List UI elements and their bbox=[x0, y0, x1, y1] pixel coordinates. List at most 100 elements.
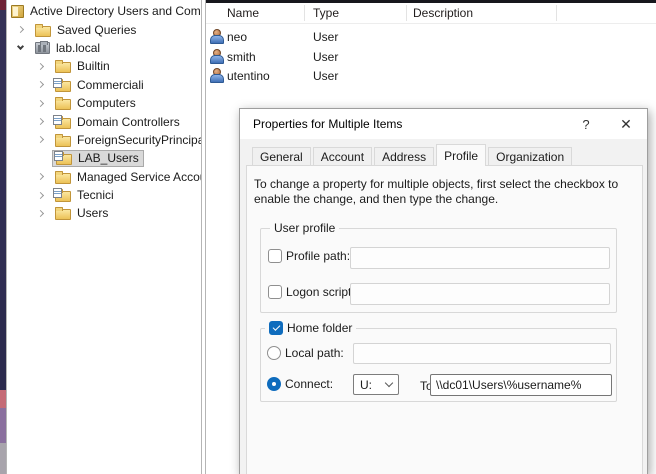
tree-item-lab-local[interactable]: lab.local bbox=[7, 39, 201, 57]
chevron-right-icon[interactable] bbox=[35, 190, 46, 201]
column-header-description[interactable]: Description bbox=[413, 6, 473, 20]
tab-address[interactable]: Address bbox=[374, 147, 434, 166]
tree-item-label: Domain Controllers bbox=[77, 115, 180, 129]
connect-radio[interactable] bbox=[267, 377, 281, 391]
tab-account[interactable]: Account bbox=[313, 147, 372, 166]
help-icon[interactable]: ? bbox=[571, 109, 601, 139]
console-tree-panel: Active Directory Users and Com Saved Que… bbox=[6, 0, 201, 474]
profile-tab-page: To change a property for multiple object… bbox=[246, 165, 643, 474]
chevron-right-icon[interactable] bbox=[35, 98, 46, 109]
tree-item-label: Tecnici bbox=[77, 188, 114, 202]
chevron-right-icon[interactable] bbox=[15, 24, 26, 35]
home-folder-label: Home folder bbox=[287, 321, 352, 335]
tree-item-computers[interactable]: Computers bbox=[7, 94, 201, 112]
tree-item-builtin[interactable]: Builtin bbox=[7, 57, 201, 75]
row-name: smith bbox=[227, 50, 256, 64]
ou-folder-icon bbox=[55, 81, 71, 92]
groupbox-label: User profile bbox=[270, 221, 339, 235]
table-row[interactable]: utentino User bbox=[206, 66, 656, 86]
local-path-radio[interactable] bbox=[267, 346, 281, 360]
dialog-titlebar: Properties for Multiple Items ? ✕ bbox=[240, 109, 647, 139]
logon-script-input[interactable] bbox=[350, 283, 610, 305]
column-separator[interactable] bbox=[556, 5, 557, 21]
tree-item-label: Saved Queries bbox=[57, 23, 136, 37]
column-separator[interactable] bbox=[304, 5, 305, 21]
table-row[interactable]: smith User bbox=[206, 47, 656, 67]
tree-selection-box[interactable]: LAB_Users bbox=[52, 150, 144, 167]
home-folder-path-input[interactable]: \\dc01\Users\%username% bbox=[430, 374, 612, 396]
tab-general[interactable]: General bbox=[252, 147, 311, 166]
chevron-right-icon[interactable] bbox=[35, 134, 46, 145]
drive-letter-select[interactable]: U: bbox=[353, 374, 399, 395]
profile-path-label: Profile path: bbox=[286, 249, 350, 263]
combo-chevron-icon bbox=[385, 379, 393, 387]
console-icon bbox=[11, 5, 24, 18]
tree-item-foreign-security-principals[interactable]: ForeignSecurityPrincipals bbox=[7, 131, 201, 149]
chevron-right-icon[interactable] bbox=[35, 61, 46, 72]
chevron-right-icon[interactable] bbox=[35, 116, 46, 127]
logon-script-checkbox[interactable] bbox=[268, 285, 282, 299]
chevron-right-icon[interactable] bbox=[35, 79, 46, 90]
logon-script-label: Logon script: bbox=[286, 285, 355, 299]
tab-strip: General Account Address Profile Organiza… bbox=[252, 145, 574, 166]
column-separator[interactable] bbox=[406, 5, 407, 21]
user-profile-groupbox: User profile Profile path: Logon script: bbox=[260, 228, 617, 313]
close-icon[interactable]: ✕ bbox=[611, 109, 641, 139]
row-type: User bbox=[313, 69, 338, 83]
ou-folder-icon bbox=[55, 118, 71, 129]
profile-path-input[interactable] bbox=[350, 247, 610, 269]
drive-letter-value: U: bbox=[360, 378, 372, 392]
row-name: utentino bbox=[227, 69, 270, 83]
tab-profile[interactable]: Profile bbox=[436, 144, 486, 166]
row-type: User bbox=[313, 30, 338, 44]
tree-item-label: Active Directory Users and Com bbox=[30, 4, 201, 18]
local-path-label: Local path: bbox=[285, 346, 344, 360]
expander-placeholder bbox=[35, 153, 46, 164]
tree-item-tecnici[interactable]: Tecnici bbox=[7, 186, 201, 204]
connect-label: Connect: bbox=[285, 377, 333, 391]
tree-item-label: Commerciali bbox=[77, 78, 144, 92]
tree-item-root[interactable]: Active Directory Users and Com bbox=[7, 2, 201, 20]
chevron-right-icon[interactable] bbox=[35, 208, 46, 219]
user-icon bbox=[210, 29, 223, 44]
folder-icon bbox=[35, 26, 51, 37]
tree-item-label: LAB_Users bbox=[78, 151, 139, 165]
dialog-title: Properties for Multiple Items bbox=[253, 117, 571, 131]
tree-item-domain-controllers[interactable]: Domain Controllers bbox=[7, 112, 201, 130]
chevron-right-icon[interactable] bbox=[35, 171, 46, 182]
row-type: User bbox=[313, 50, 338, 64]
home-folder-groupbox: Home folder Local path: Connect: U: To: … bbox=[260, 328, 617, 402]
properties-dialog: Properties for Multiple Items ? ✕ Genera… bbox=[239, 108, 648, 474]
local-path-input[interactable] bbox=[353, 343, 611, 364]
tree-item-lab-users[interactable]: LAB_Users bbox=[7, 149, 201, 167]
tab-organization[interactable]: Organization bbox=[488, 147, 572, 166]
folder-icon bbox=[55, 136, 71, 147]
domain-icon bbox=[35, 42, 50, 54]
folder-icon bbox=[55, 99, 71, 110]
column-header-type[interactable]: Type bbox=[313, 6, 339, 20]
profile-path-checkbox[interactable] bbox=[268, 249, 282, 263]
user-icon bbox=[210, 68, 223, 83]
tree-item-commerciali[interactable]: Commerciali bbox=[7, 76, 201, 94]
tree-item-managed-service-accounts[interactable]: Managed Service Accounts bbox=[7, 168, 201, 186]
header-divider bbox=[206, 23, 656, 24]
tree-item-label: Managed Service Accounts bbox=[77, 170, 201, 184]
user-icon bbox=[210, 49, 223, 64]
tree-item-label: Computers bbox=[77, 96, 136, 110]
tree-item-users[interactable]: Users bbox=[7, 204, 201, 222]
ou-folder-icon bbox=[55, 191, 71, 202]
chevron-down-icon[interactable] bbox=[15, 42, 26, 53]
home-folder-checkbox[interactable] bbox=[269, 321, 283, 335]
tree-item-label: ForeignSecurityPrincipals bbox=[77, 133, 201, 147]
tree-item-label: lab.local bbox=[56, 41, 100, 55]
folder-icon bbox=[55, 62, 71, 73]
table-row[interactable]: neo User bbox=[206, 27, 656, 47]
row-name: neo bbox=[227, 30, 247, 44]
list-header: Name Type Description bbox=[206, 4, 656, 23]
toolbar-edge-strip bbox=[206, 0, 656, 3]
ou-folder-icon bbox=[56, 154, 72, 165]
column-header-name[interactable]: Name bbox=[227, 6, 259, 20]
tree-item-saved-queries[interactable]: Saved Queries bbox=[7, 20, 201, 38]
folder-icon bbox=[55, 173, 71, 184]
tree-item-label: Users bbox=[77, 206, 108, 220]
